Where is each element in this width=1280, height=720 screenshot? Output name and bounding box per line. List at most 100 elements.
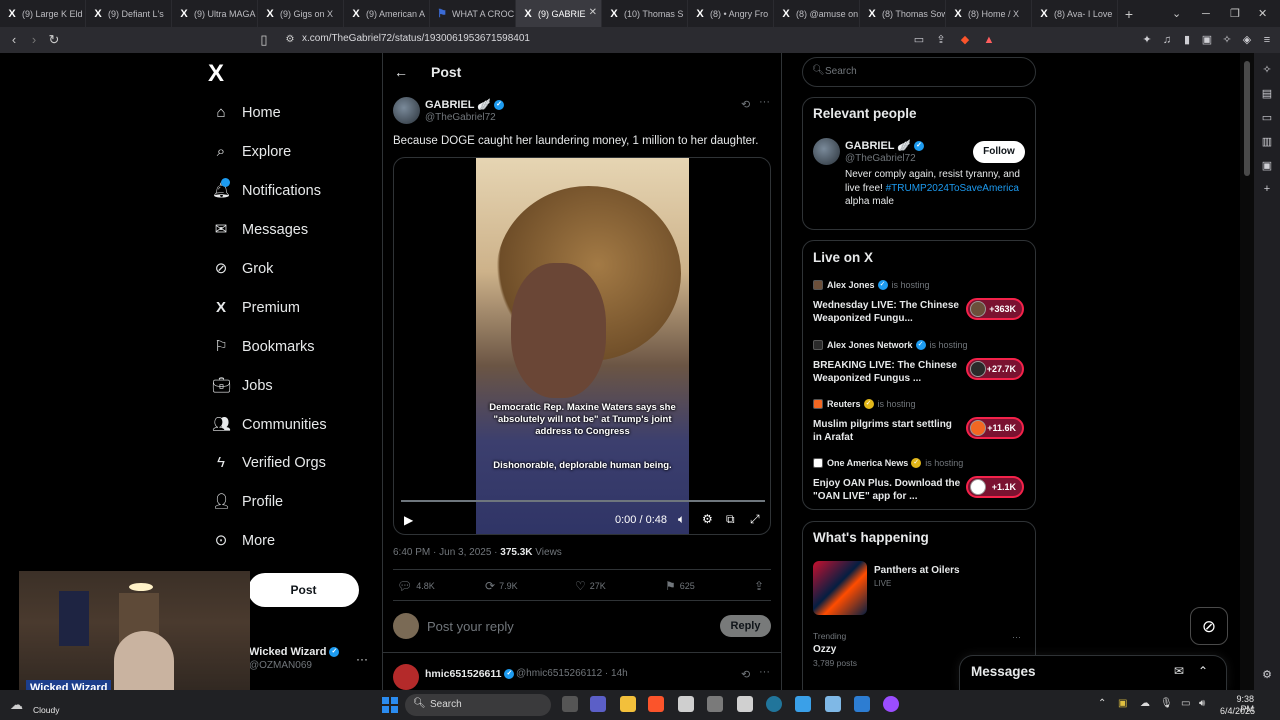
nav-item-jobs[interactable]: 💼︎ Jobs — [212, 374, 273, 398]
brave-shield-icon[interactable]: ◆ — [958, 33, 972, 47]
relevant-avatar[interactable] — [813, 138, 840, 165]
history-icon[interactable]: ▭ — [1260, 111, 1274, 125]
browser-tab[interactable]: X (9) Ultra MAGA — [172, 0, 258, 27]
clock-date[interactable]: 6/4/2025 — [1215, 706, 1255, 716]
search-placeholder[interactable]: Search — [825, 66, 857, 77]
menu-icon[interactable]: ≡ — [1260, 33, 1274, 47]
wallet-sidebar-icon[interactable]: ▣ — [1260, 159, 1274, 173]
sidebar-toggle-icon[interactable]: ▮ — [1180, 33, 1194, 47]
author-name[interactable]: GABRIEL 🪽 ✓ — [425, 98, 505, 111]
scrollbar-thumb[interactable] — [1244, 61, 1250, 176]
event-image[interactable] — [813, 561, 867, 615]
nav-item-notifications[interactable]: 🔔︎ Notifications — [212, 178, 321, 203]
browser-tab[interactable]: X (9) GABRIE ✕ — [516, 0, 602, 27]
video-player[interactable]: Democratic Rep. Maxine Waters says she "… — [393, 157, 771, 535]
tray-icon[interactable]: ▣ — [1118, 698, 1127, 709]
task-view-icon[interactable] — [562, 696, 578, 712]
bookmark-action[interactable]: ⚑ 625 — [665, 579, 695, 593]
live-listeners-pill[interactable]: +1.1K — [966, 476, 1024, 498]
store-icon[interactable] — [678, 696, 694, 712]
live-listeners-pill[interactable]: +27.7K — [966, 358, 1024, 380]
browser-tab[interactable]: X (8) Home / X — [946, 0, 1032, 27]
wallet-icon[interactable]: ▣ — [1200, 33, 1214, 47]
leo-sidebar-icon[interactable]: ✧ — [1260, 63, 1274, 77]
forward-icon[interactable]: › — [26, 32, 42, 48]
browser-tab[interactable]: X (8) Thomas Sow — [860, 0, 946, 27]
fullscreen-icon[interactable]: ⤢ — [750, 512, 760, 527]
snip-icon[interactable] — [854, 696, 870, 712]
browser-tab[interactable]: X (9) Defiant L's — [86, 0, 172, 27]
trending-name[interactable]: Ozzy — [813, 644, 836, 655]
weather-app-icon[interactable] — [795, 696, 811, 712]
app-icon[interactable] — [883, 696, 899, 712]
reply-input[interactable]: Post your reply — [427, 619, 514, 634]
nav-item-grok[interactable]: ⊘ Grok — [212, 257, 274, 281]
site-info-icon[interactable]: ⚙ — [282, 32, 298, 48]
close-window-icon[interactable]: ✕ — [1258, 0, 1267, 27]
reply-more-icon[interactable]: ··· — [759, 666, 770, 678]
reply-author-avatar[interactable] — [393, 664, 419, 690]
sidebar-settings-icon[interactable]: ⚙ — [1260, 668, 1274, 682]
rewards-icon[interactable]: ▲ — [982, 33, 996, 47]
bookmark-page-icon[interactable]: ▯ — [256, 32, 272, 48]
back-arrow-icon[interactable]: ← — [394, 64, 408, 80]
relevant-handle[interactable]: @TheGabriel72 — [845, 153, 916, 164]
new-message-icon[interactable]: ✉ — [1174, 664, 1184, 678]
tab-search-icon[interactable]: ⌄ — [1172, 0, 1181, 27]
browser-tab[interactable]: X (10) Thomas S — [602, 0, 688, 27]
add-panel-icon[interactable]: + — [1260, 183, 1274, 197]
reading-list-icon[interactable]: ▤ — [1260, 87, 1274, 101]
close-tab-icon[interactable]: ✕ — [589, 7, 597, 18]
x-logo[interactable]: X — [208, 60, 224, 88]
author-handle[interactable]: @TheGabriel72 — [425, 112, 496, 123]
extensions-icon[interactable]: ✦ — [1140, 33, 1154, 47]
settings-icon[interactable] — [707, 696, 723, 712]
browser-tab[interactable]: X (8) @amuse on — [774, 0, 860, 27]
new-tab-button[interactable]: + — [1118, 6, 1140, 22]
post-button[interactable]: Post — [248, 573, 359, 607]
reply-author-handle[interactable]: @hmic6515266112 · 14h — [516, 668, 628, 679]
account-handle[interactable]: @OZMAN069 — [249, 660, 312, 671]
share-icon[interactable]: ⇪ — [934, 33, 948, 47]
follow-button[interactable]: Follow — [973, 141, 1025, 163]
taskbar-search[interactable] — [405, 694, 551, 716]
start-button[interactable] — [382, 697, 398, 713]
weather-condition[interactable]: Cloudy — [33, 705, 59, 715]
nav-item-home[interactable]: ⌂ Home — [212, 101, 280, 125]
share-action[interactable]: ⇪ — [754, 579, 768, 593]
page-scrollbar[interactable] — [1240, 53, 1254, 690]
live-stream-title[interactable]: Enjoy OAN Plus. Download the "OAN LIVE" … — [813, 477, 961, 503]
nav-item-messages[interactable]: ✉ Messages — [212, 218, 308, 242]
browser-tab[interactable]: X (8) Ava- I Love — [1032, 0, 1118, 27]
file-explorer-icon[interactable] — [620, 696, 636, 712]
nav-item-profile[interactable]: 👤︎ Profile — [212, 490, 283, 514]
live-stream-title[interactable]: BREAKING LIVE: The Chinese Weaponized Fu… — [813, 359, 961, 385]
video-settings-icon[interactable]: ⚙ — [702, 512, 713, 526]
reply-action[interactable]: 💬︎ 4.8K — [397, 579, 435, 593]
live-listeners-pill[interactable]: +11.6K — [966, 417, 1024, 439]
speaker-icon[interactable]: 🔊︎ — [1199, 698, 1205, 709]
network-icon[interactable]: ▭ — [1181, 698, 1190, 709]
browser-tab[interactable]: ⚑ WHAT A CROC — [430, 0, 516, 27]
expand-icon[interactable]: ⌃ — [1198, 664, 1208, 678]
grok-explain-icon[interactable]: ⟲ — [741, 98, 750, 111]
post-more-icon[interactable]: ··· — [759, 96, 770, 108]
document-icon[interactable] — [825, 696, 841, 712]
live-listeners-pill[interactable]: +363K — [966, 298, 1024, 320]
cloud-sync-icon[interactable]: ☁ — [1140, 698, 1150, 709]
nav-item-verified-orgs[interactable]: ϟ Verified Orgs — [212, 451, 326, 475]
grok-explain-icon[interactable]: ⟲ — [741, 668, 750, 681]
taskbar-search-text[interactable]: Search — [430, 699, 462, 710]
reply-button[interactable]: Reply — [720, 615, 771, 637]
trend-more-icon[interactable]: ··· — [1012, 632, 1021, 642]
browser-tab[interactable]: X (8) • Angry Fro — [688, 0, 774, 27]
play-icon[interactable]: ▶ — [404, 513, 413, 527]
restore-icon[interactable]: ❐ — [1230, 0, 1240, 27]
messages-title[interactable]: Messages — [971, 664, 1036, 679]
reload-icon[interactable]: ↻ — [46, 32, 62, 48]
cast-icon[interactable]: ▭ — [912, 33, 926, 47]
brave-icon[interactable] — [648, 696, 664, 712]
volume-icon[interactable]: 🔈︎ — [678, 512, 685, 527]
tray-overflow-icon[interactable]: ⌃ — [1098, 698, 1106, 709]
browser-tab[interactable]: X (9) Gigs on X — [258, 0, 344, 27]
